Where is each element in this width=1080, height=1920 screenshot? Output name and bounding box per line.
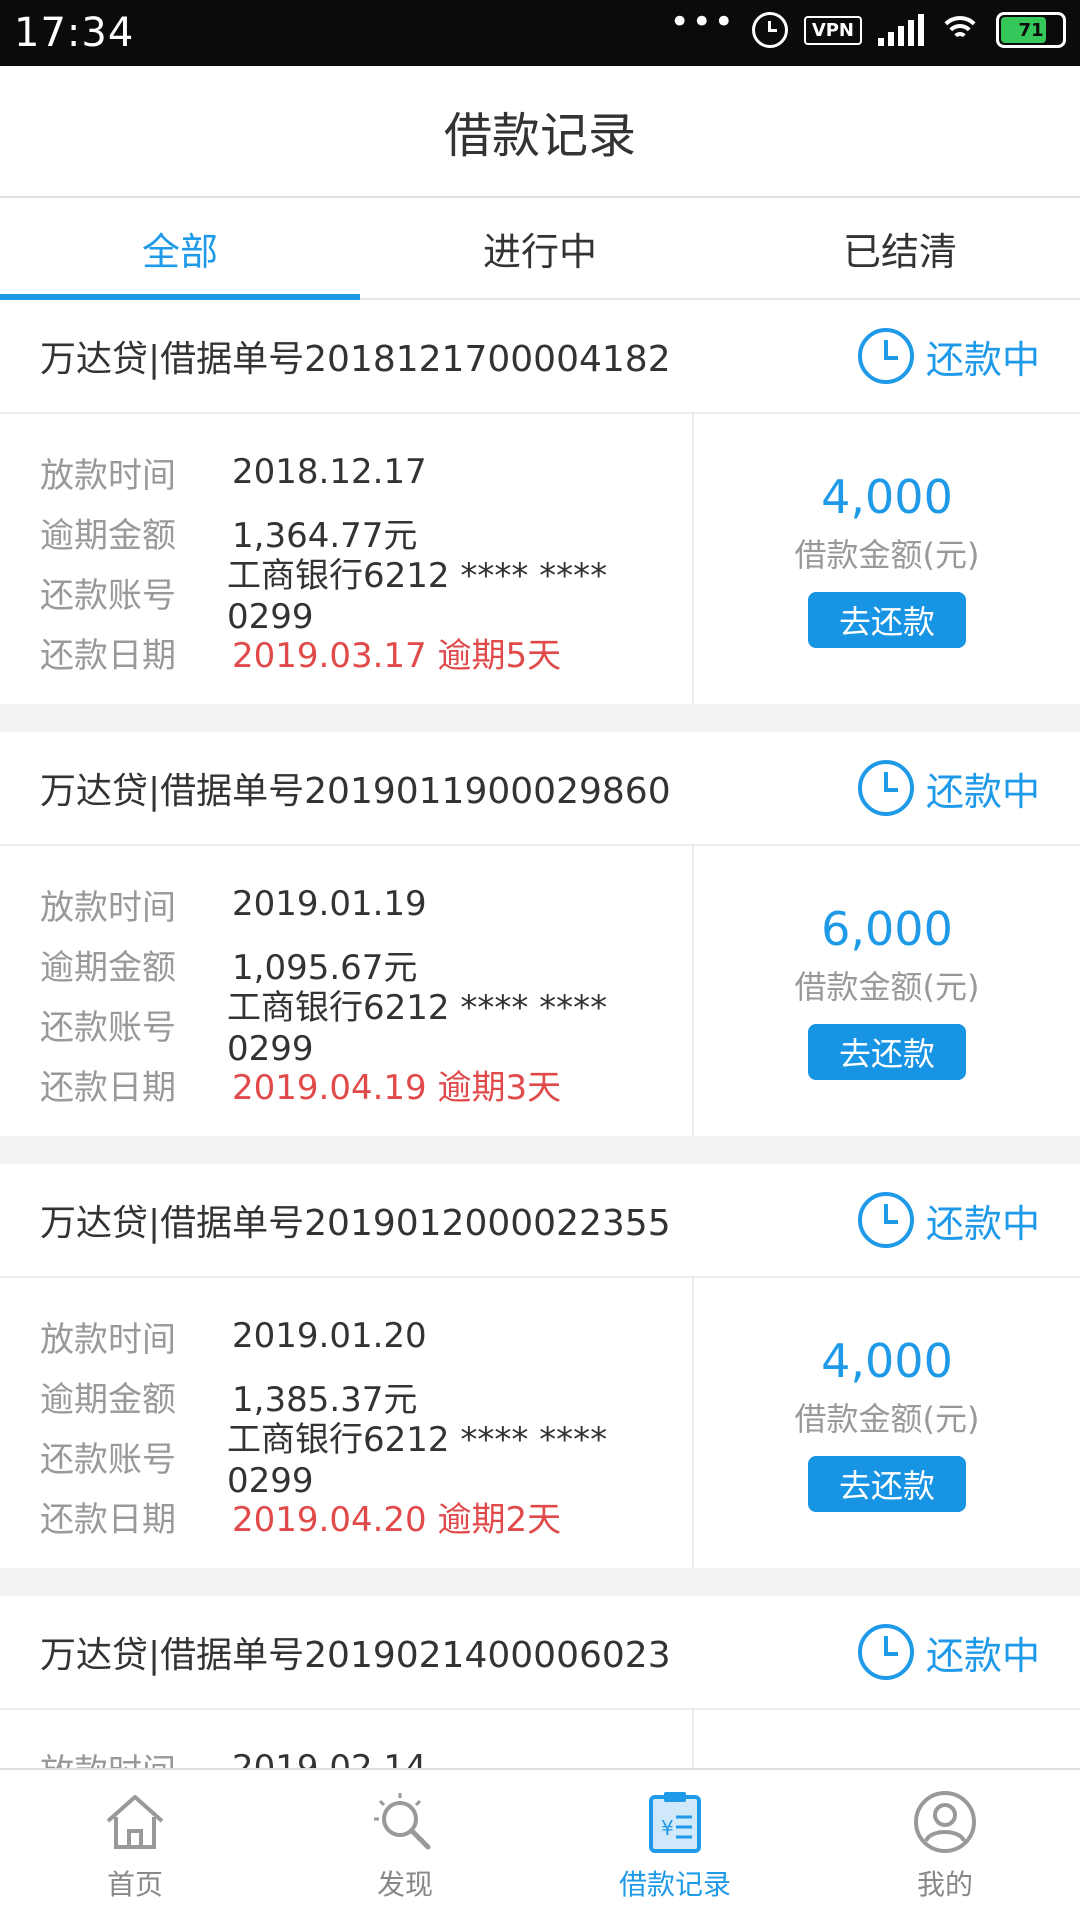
battery-level: 71 — [1018, 19, 1044, 41]
nav-home[interactable]: 首页 — [0, 1770, 270, 1920]
clock-icon — [857, 328, 914, 384]
profile-icon — [910, 1787, 980, 1857]
loan-amount-box: 6,000 借款金额(元) 去还款 — [694, 846, 1080, 1136]
release-time-label: 放款时间 — [40, 455, 176, 496]
more-dots-icon: ••• — [669, 2, 736, 42]
loan-status: 还款中 — [857, 1192, 1040, 1248]
svg-text:¥: ¥ — [661, 1816, 674, 1840]
loan-amount-label: 借款金额(元) — [794, 968, 980, 1006]
repay-date-label: 还款日期 — [40, 1499, 176, 1540]
clock-icon — [857, 1192, 914, 1248]
loan-amount-box — [694, 1710, 1080, 1770]
repay-account-label: 还款账号 — [40, 1007, 176, 1048]
loan-status: 还款中 — [857, 1624, 1040, 1680]
nav-discover[interactable]: 发现 — [270, 1770, 540, 1920]
clock-icon — [857, 1624, 914, 1680]
page-title: 借款记录 — [443, 108, 636, 164]
repay-button[interactable]: 去还款 — [808, 1456, 966, 1512]
nav-loan-records-label: 借款记录 — [618, 1868, 731, 1901]
wifi-icon — [940, 14, 980, 46]
repay-account-label: 还款账号 — [40, 575, 176, 616]
status-time: 17:34 — [14, 10, 135, 56]
repay-button[interactable]: 去还款 — [808, 592, 966, 648]
nav-home-label: 首页 — [106, 1868, 163, 1901]
nav-loan-records[interactable]: ¥ 借款记录 — [540, 1770, 810, 1920]
signal-icon — [878, 14, 924, 46]
loan-amount: 4,000 — [821, 470, 953, 524]
loan-list[interactable]: 万达贷|借据单号2018121700004182 还款中 放款时间 2018.12… — [0, 300, 1080, 1770]
loan-amount: 4,000 — [821, 1334, 953, 1388]
nav-discover-label: 发现 — [376, 1868, 433, 1901]
loan-amount-label: 借款金额(元) — [794, 536, 980, 574]
loan-status-text: 还款中 — [925, 769, 1040, 814]
release-time-value: 2019.01.19 — [232, 884, 427, 924]
release-time-value: 2019.01.20 — [232, 1316, 427, 1356]
status-bar: 17:34 ••• VPN 71 — [0, 0, 1080, 66]
loan-status-text: 还款中 — [925, 337, 1040, 382]
vpn-badge: VPN — [803, 15, 862, 45]
release-time-label: 放款时间 — [40, 887, 176, 928]
loan-status-text: 还款中 — [925, 1633, 1040, 1678]
loan-card-header: 万达贷|借据单号2019021400006023 还款中 — [0, 1596, 1080, 1710]
alarm-icon — [751, 12, 788, 48]
loan-card-header: 万达贷|借据单号2019011900029860 还款中 — [0, 732, 1080, 846]
overdue-amount-label: 逾期金额 — [40, 1379, 176, 1420]
loan-title: 万达贷|借据单号2019021400006023 — [40, 1635, 671, 1676]
battery-icon: 71 — [996, 12, 1066, 48]
loan-card[interactable]: 万达贷|借据单号2019012000022355 还款中 放款时间 2019.01… — [0, 1164, 1080, 1568]
tab-bar: 全部 进行中 已结清 — [0, 198, 1080, 300]
repay-date-value: 2019.03.17 逾期5天 — [232, 635, 562, 676]
release-time-value: 2019.02.14 — [232, 1748, 427, 1770]
repay-date-label: 还款日期 — [40, 1067, 176, 1108]
page-header: 借款记录 — [0, 66, 1080, 198]
bottom-nav: 首页 发现 ¥ 借款记录 我的 — [0, 1768, 1080, 1920]
home-icon — [100, 1787, 170, 1857]
loan-card-header: 万达贷|借据单号2018121700004182 还款中 — [0, 300, 1080, 414]
tab-settled[interactable]: 已结清 — [720, 198, 1080, 298]
tab-all[interactable]: 全部 — [0, 198, 360, 300]
release-time-label: 放款时间 — [40, 1319, 176, 1360]
loan-info: 放款时间2019.02.14 — [0, 1710, 694, 1770]
loan-card[interactable]: 万达贷|借据单号2019021400006023 还款中 放款时间2019.02… — [0, 1596, 1080, 1770]
repay-date-value: 2019.04.19 逾期3天 — [232, 1067, 562, 1108]
loan-card[interactable]: 万达贷|借据单号2019011900029860 还款中 放款时间 2019.01… — [0, 732, 1080, 1136]
repay-date-label: 还款日期 — [40, 635, 176, 676]
nav-profile-label: 我的 — [916, 1868, 973, 1901]
repay-date-value: 2019.04.20 逾期2天 — [232, 1499, 562, 1540]
repay-account-label: 还款账号 — [40, 1439, 176, 1480]
repay-account-value: 工商银行6212 **** **** 0299 — [226, 987, 608, 1069]
loan-info: 放款时间 2019.01.20 逾期金额 1,385.37元 还款账号 工商银行621… — [0, 1278, 694, 1568]
loan-title: 万达贷|借据单号2019011900029860 — [40, 771, 671, 812]
loan-info: 放款时间 2019.01.19 逾期金额 1,095.67元 还款账号 工商银行621… — [0, 846, 694, 1136]
loan-status-text: 还款中 — [925, 1201, 1040, 1246]
loan-amount-box: 4,000 借款金额(元) 去还款 — [694, 1278, 1080, 1568]
loan-title: 万达贷|借据单号2019012000022355 — [40, 1203, 671, 1244]
repay-account-value: 工商银行6212 **** **** 0299 — [226, 1419, 608, 1501]
repay-account-value: 工商银行6212 **** **** 0299 — [226, 555, 608, 637]
release-time-value: 2018.12.17 — [232, 452, 427, 492]
status-icons: ••• VPN 71 — [670, 5, 1066, 48]
loan-info: 放款时间 2018.12.17 逾期金额 1,364.77元 还款账号 工商银行621… — [0, 414, 694, 704]
loan-card[interactable]: 万达贷|借据单号2018121700004182 还款中 放款时间 2018.12… — [0, 300, 1080, 704]
discover-icon — [370, 1787, 440, 1857]
loan-status: 还款中 — [857, 760, 1040, 816]
repay-button[interactable]: 去还款 — [808, 1024, 966, 1080]
clock-icon — [857, 760, 914, 816]
tab-in-progress[interactable]: 进行中 — [360, 198, 720, 298]
loan-title: 万达贷|借据单号2018121700004182 — [40, 339, 671, 380]
overdue-amount-label: 逾期金额 — [40, 515, 176, 556]
loan-amount-label: 借款金额(元) — [794, 1400, 980, 1438]
loan-status: 还款中 — [857, 328, 1040, 384]
release-time-label: 放款时间 — [40, 1744, 232, 1771]
loan-amount-box: 4,000 借款金额(元) 去还款 — [694, 414, 1080, 704]
loan-card-header: 万达贷|借据单号2019012000022355 还款中 — [0, 1164, 1080, 1278]
overdue-amount-label: 逾期金额 — [40, 947, 176, 988]
nav-profile[interactable]: 我的 — [810, 1770, 1080, 1920]
loan-amount: 6,000 — [821, 902, 953, 956]
loan-records-icon: ¥ — [640, 1787, 710, 1857]
